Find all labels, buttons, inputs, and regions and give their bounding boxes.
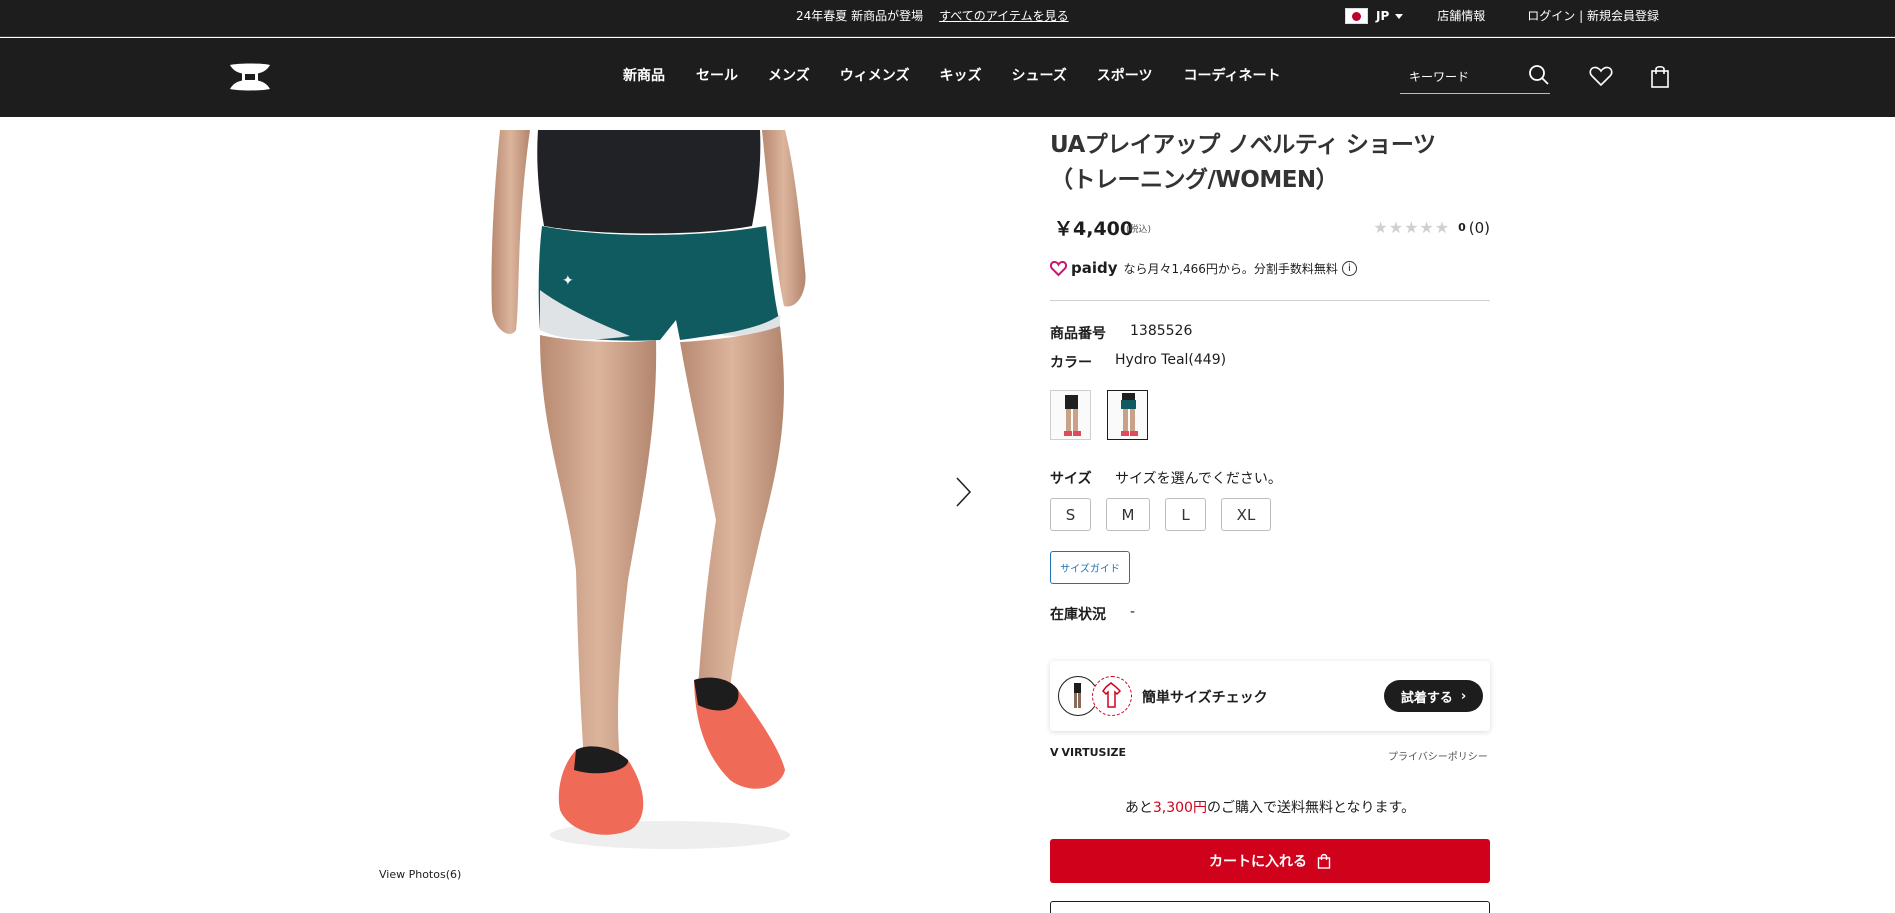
- shopping-bag-icon[interactable]: [1650, 64, 1670, 88]
- star-icon: ★: [1373, 218, 1388, 237]
- japan-flag-icon[interactable]: [1345, 7, 1368, 24]
- star-icon: ★: [1434, 218, 1450, 237]
- size-options: S M L XL: [1050, 498, 1490, 531]
- review-count: (0): [1468, 218, 1490, 237]
- body-figure-icon: [1074, 683, 1081, 708]
- product-title-line-2: （トレーニング/WOMEN）: [1050, 167, 1339, 193]
- product-title-line-1: UAプレイアップ ノベルティ ショーツ: [1050, 132, 1436, 158]
- virtusize-logo: V VIRTUSIZE: [1050, 746, 1126, 759]
- free-shipping-note: あと3,300円のご購入で送料無料となります。: [1050, 797, 1490, 817]
- virtusize-title: 簡単サイズチェック: [1142, 690, 1268, 706]
- search-box: [1400, 61, 1550, 94]
- store-info-link[interactable]: 店舗情報: [1437, 7, 1485, 24]
- swatch-hydro-teal-image: [1121, 393, 1138, 436]
- info-icon[interactable]: i: [1341, 260, 1357, 276]
- color-label: カラー: [1050, 355, 1092, 371]
- size-option-xl[interactable]: XL: [1221, 498, 1271, 531]
- nav-item-sale[interactable]: セール: [696, 65, 738, 85]
- paidy-logo: paidy: [1050, 259, 1118, 277]
- product-main-image[interactable]: ✦: [480, 130, 870, 865]
- rating[interactable]: ★ ★ ★ ★ ★ 0 (0): [1373, 218, 1490, 237]
- nav-item-kids[interactable]: キッズ: [939, 65, 981, 85]
- sku-value: 1385526: [1130, 323, 1193, 339]
- next-image-arrow-icon[interactable]: [953, 476, 973, 508]
- divider: [1050, 300, 1490, 301]
- add-to-cart-label: カートに入れる: [1209, 854, 1307, 870]
- shirt-outline-icon: [1102, 682, 1122, 708]
- size-option-m[interactable]: M: [1106, 498, 1150, 531]
- svg-text:✦: ✦: [562, 273, 574, 289]
- main-nav: 新商品 セール メンズ ウィメンズ キッズ シューズ スポーツ コーディネート: [623, 65, 1281, 85]
- tax-note: (税込): [1126, 225, 1152, 235]
- model-wearing-shorts-image: ✦: [491, 130, 806, 849]
- announcement-bar: 24年春夏 新商品が登場 すべてのアイテムを見る JP 店舗情報 ログイン | …: [0, 0, 1895, 37]
- swatch-black-image: [1064, 395, 1081, 436]
- price-row: ￥4,400 (税込) ★ ★ ★ ★ ★ 0 (0): [1050, 214, 1490, 248]
- size-option-l[interactable]: L: [1165, 498, 1206, 531]
- nav-item-womens[interactable]: ウィメンズ: [840, 65, 910, 85]
- nav-item-mens[interactable]: メンズ: [768, 65, 810, 85]
- color-swatch-hydro-teal[interactable]: [1107, 390, 1148, 440]
- nav-item-sports[interactable]: スポーツ: [1097, 65, 1153, 85]
- star-icon: ★: [1404, 218, 1419, 237]
- add-to-cart-button[interactable]: カートに入れる: [1050, 839, 1490, 883]
- chevron-down-icon[interactable]: [1395, 14, 1404, 19]
- view-photos-link[interactable]: View Photos(6): [379, 868, 461, 881]
- rating-count: 0: [1458, 221, 1466, 234]
- shipping-amount: 3,300円: [1152, 800, 1207, 816]
- stock-row: 在庫状況 -: [1050, 604, 1490, 624]
- cart-bag-icon: [1317, 853, 1331, 869]
- search-icon[interactable]: [1528, 64, 1550, 86]
- shipping-prefix: あと: [1124, 800, 1153, 816]
- color-swatches: [1050, 390, 1490, 440]
- virtusize-widget: 簡単サイズチェック 試着する ›: [1050, 661, 1490, 731]
- try-on-button[interactable]: 試着する ›: [1384, 680, 1483, 712]
- size-label: サイズ: [1050, 471, 1092, 487]
- paidy-heart-icon: [1050, 260, 1067, 276]
- shipping-suffix: のご購入で送料無料となります。: [1206, 800, 1416, 816]
- chevron-right-icon: ›: [1460, 688, 1467, 704]
- star-icon: ★: [1388, 218, 1404, 237]
- size-guide-button[interactable]: サイズガイド: [1050, 551, 1130, 584]
- garment-compare-icon: [1092, 676, 1132, 716]
- secondary-button[interactable]: [1050, 901, 1490, 913]
- sku-label: 商品番号: [1050, 326, 1106, 342]
- price: ￥4,400: [1054, 218, 1134, 240]
- promo: 24年春夏 新商品が登場 すべてのアイテムを見る: [796, 7, 1069, 24]
- paidy-brand: paidy: [1071, 259, 1118, 277]
- virtusize-v-icon: V: [1050, 746, 1059, 759]
- search-input[interactable]: [1400, 66, 1520, 88]
- paidy-text: なら月々1,466円から。分割手数料無料: [1123, 261, 1338, 276]
- product-info: UAプレイアップ ノベルティ ショーツ （トレーニング/WOMEN） ￥4,40…: [1050, 128, 1490, 624]
- stock-value: -: [1130, 604, 1136, 620]
- sku-row: 商品番号 1385526: [1050, 323, 1490, 343]
- nav-item-coordinate[interactable]: コーディネート: [1184, 65, 1281, 85]
- topbar-utilities: JP 店舗情報 ログイン | 新規会員登録: [1345, 7, 1659, 24]
- paidy-installment: paidy なら月々1,466円から。分割手数料無料 i: [1050, 254, 1490, 282]
- privacy-policy-link[interactable]: プライバシーポリシー: [1388, 748, 1488, 763]
- color-value: Hydro Teal(449): [1115, 352, 1227, 368]
- under-armour-logo-icon[interactable]: [228, 62, 272, 92]
- login-register-link[interactable]: ログイン | 新規会員登録: [1527, 7, 1659, 24]
- promo-text: 24年春夏 新商品が登場: [796, 9, 924, 23]
- size-option-s[interactable]: S: [1050, 498, 1091, 531]
- size-row: サイズ サイズを選んでください。: [1050, 468, 1490, 488]
- try-on-label: 試着する: [1400, 690, 1453, 706]
- wishlist-heart-icon[interactable]: [1589, 65, 1613, 87]
- nav-item-new[interactable]: 新商品: [623, 65, 665, 85]
- product-title: UAプレイアップ ノベルティ ショーツ （トレーニング/WOMEN）: [1050, 128, 1490, 198]
- color-swatch-black[interactable]: [1050, 390, 1091, 440]
- main-header: 新商品 セール メンズ ウィメンズ キッズ シューズ スポーツ コーディネート: [0, 38, 1895, 117]
- nav-item-shoes[interactable]: シューズ: [1011, 65, 1066, 85]
- country-selector[interactable]: JP: [1376, 9, 1389, 23]
- color-row: カラー Hydro Teal(449): [1050, 352, 1490, 372]
- virtusize-logo-text: VIRTUSIZE: [1061, 746, 1127, 759]
- star-icon: ★: [1419, 218, 1434, 237]
- promo-link[interactable]: すべてのアイテムを見る: [939, 7, 1068, 24]
- size-prompt: サイズを選んでください。: [1115, 471, 1282, 487]
- stock-label: 在庫状況: [1050, 607, 1106, 623]
